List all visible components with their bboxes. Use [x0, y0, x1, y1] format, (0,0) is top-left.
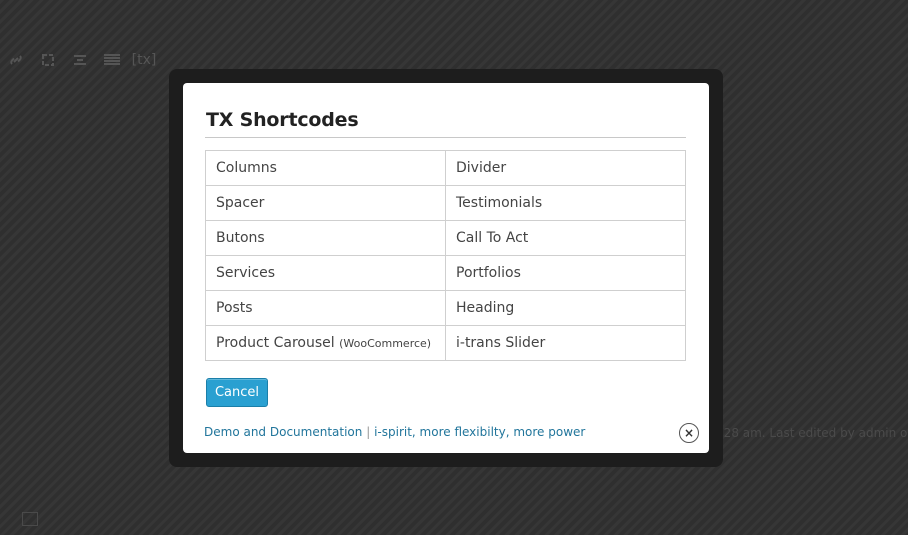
close-icon[interactable]: × [679, 423, 699, 443]
cancel-button[interactable]: Cancel [206, 378, 268, 407]
editor-toolbar: [tx] [6, 50, 157, 70]
woocommerce-note: (WooCommerce) [339, 337, 432, 350]
demo-documentation-link[interactable]: Demo and Documentation [204, 425, 362, 439]
title-divider [205, 137, 686, 138]
shortcode-item-call-to-act[interactable]: Call To Act [445, 220, 686, 256]
fullscreen-icon [38, 50, 58, 70]
shortcodes-table: Columns Divider Spacer Testimonials Buto… [205, 150, 686, 361]
shortcode-item-divider[interactable]: Divider [445, 150, 686, 186]
shortcode-item-spacer[interactable]: Spacer [205, 185, 446, 221]
shortcode-item-product-carousel[interactable]: Product Carousel (WooCommerce) [205, 325, 446, 361]
shortcode-item-butons[interactable]: Butons [205, 220, 446, 256]
align-icon [70, 50, 90, 70]
tagline-link[interactable]: i-spirit, more flexibilty, more power [374, 425, 585, 439]
checkbox-icon [22, 512, 38, 526]
table-row: Butons Call To Act [205, 220, 686, 256]
table-row: Product Carousel (WooCommerce) i-trans S… [205, 325, 686, 361]
shortcode-item-columns[interactable]: Columns [205, 150, 446, 186]
table-row: Columns Divider [205, 150, 686, 186]
last-edited-status: 9:28 am. Last edited by admin on [712, 426, 908, 440]
link-icon [6, 50, 26, 70]
shortcode-item-services[interactable]: Services [205, 255, 446, 291]
footer-links: Demo and Documentation | i-spirit, more … [204, 425, 585, 439]
product-carousel-label: Product Carousel [216, 335, 335, 351]
text-icon: [tx] [131, 52, 157, 68]
table-row: Posts Heading [205, 290, 686, 326]
shortcode-item-itrans-slider[interactable]: i-trans Slider [445, 325, 686, 361]
table-row: Spacer Testimonials [205, 185, 686, 221]
shortcode-item-posts[interactable]: Posts [205, 290, 446, 326]
table-row: Services Portfolios [205, 255, 686, 291]
dialog-title: TX Shortcodes [206, 109, 359, 131]
shortcode-item-heading[interactable]: Heading [445, 290, 686, 326]
shortcode-item-portfolios[interactable]: Portfolios [445, 255, 686, 291]
list-icon [102, 50, 122, 70]
shortcode-item-testimonials[interactable]: Testimonials [445, 185, 686, 221]
footer-separator: | [366, 425, 371, 439]
shortcodes-dialog: TX Shortcodes Columns Divider Spacer Tes… [183, 83, 709, 453]
